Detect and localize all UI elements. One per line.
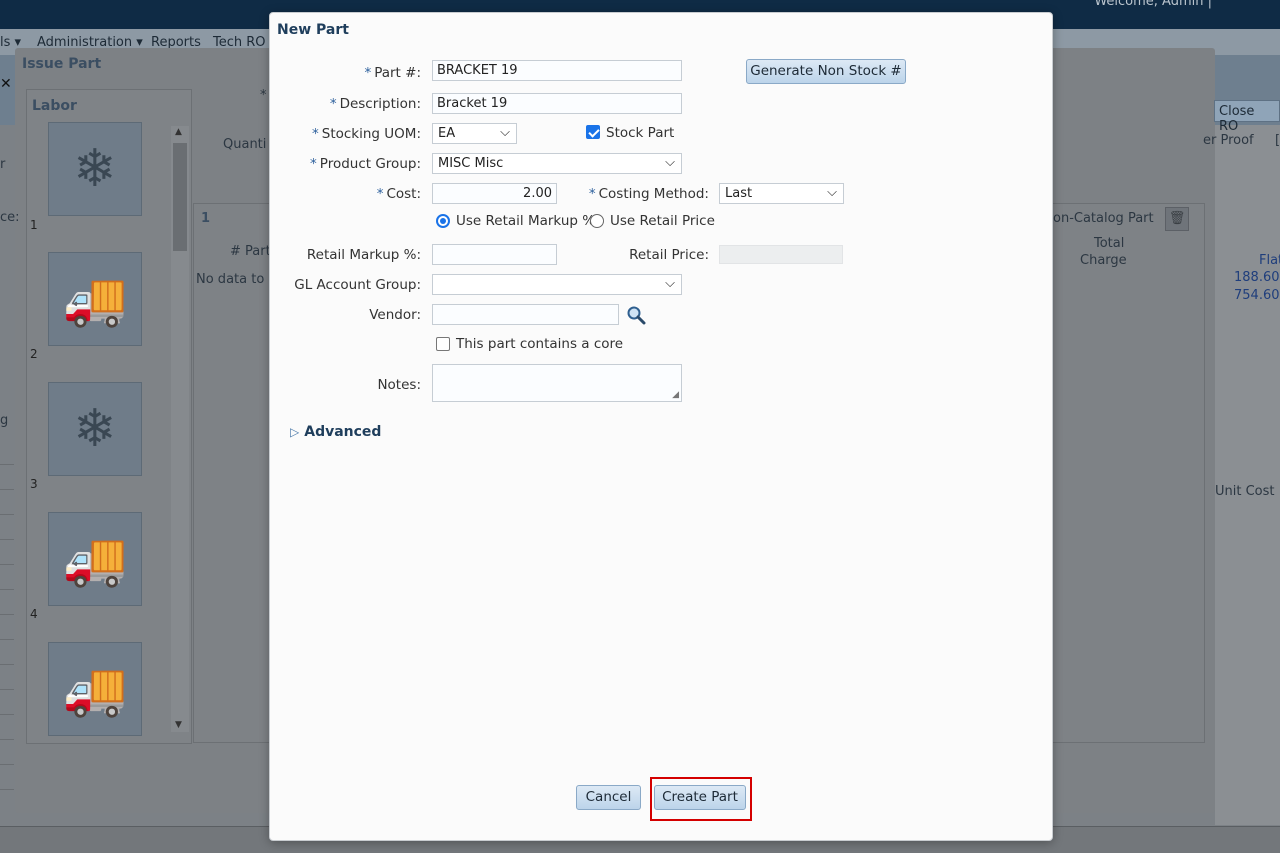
stocking-uom-select[interactable]: EA ⌵ — [432, 123, 517, 144]
labor-tile-number: 1 — [30, 218, 38, 232]
service-truck-icon: 🚚 — [62, 529, 128, 590]
use-retail-price-radio[interactable] — [590, 214, 604, 228]
service-truck-icon: 🚚 — [62, 659, 128, 720]
labor-tile-number: 4 — [30, 607, 38, 621]
cancel-button[interactable]: Cancel — [576, 785, 641, 810]
costing-method-select[interactable]: Last ⌵ — [719, 183, 844, 204]
bg-flat-label: Flat — [1259, 253, 1280, 268]
labor-tile-3[interactable]: ❄ — [48, 382, 142, 476]
retail-price-label: Retail Price: — [629, 247, 709, 263]
background-right-panel — [1215, 125, 1280, 825]
retail-markup-input[interactable] — [432, 244, 557, 265]
labor-tile-4[interactable]: 🚚 — [48, 512, 142, 606]
product-group-select[interactable]: MISC Misc ⌵ — [432, 153, 682, 174]
labor-title: Labor — [32, 98, 77, 114]
create-part-highlight — [650, 777, 752, 821]
search-icon[interactable] — [626, 305, 646, 325]
bg-col-hash: # — [230, 244, 241, 259]
bg-non-catalog-part[interactable]: on-Catalog Part — [1053, 211, 1154, 226]
use-retail-price-label: Use Retail Price — [610, 213, 715, 229]
advanced-label: Advanced — [304, 424, 382, 440]
bg-left-r: r — [0, 157, 6, 172]
scroll-up-icon[interactable]: ▲ — [175, 127, 182, 137]
labor-tile-number: 2 — [30, 347, 38, 361]
bg-left-ce: ce: — [0, 210, 20, 225]
bg-quantity-label: Quanti — [223, 137, 267, 152]
part-number-label: * Part #: — [364, 65, 421, 81]
use-retail-markup-label: Use Retail Markup % — [456, 213, 596, 229]
part-number-input[interactable] — [432, 60, 682, 81]
issue-part-title: Issue Part — [22, 56, 102, 72]
labor-tile-number: 3 — [30, 477, 38, 491]
cost-label: * Cost: — [376, 186, 421, 202]
gl-account-group-label: GL Account Group: — [294, 277, 421, 293]
resize-grip-icon[interactable]: ◢ — [672, 390, 679, 400]
contains-core-label: This part contains a core — [456, 336, 624, 352]
bg-value-1: 188.60 — [1234, 270, 1280, 285]
product-group-label: * Product Group: — [310, 156, 421, 172]
chevron-down-icon: ⌵ — [665, 276, 675, 291]
vendor-input[interactable] — [432, 304, 619, 325]
hvac-icon: ❄ — [73, 139, 117, 199]
notes-textarea[interactable]: ◢ — [432, 364, 682, 402]
close-icon[interactable]: ✕ — [0, 76, 12, 92]
scroll-down-icon[interactable]: ▼ — [175, 720, 182, 730]
service-truck-icon: 🚚 — [62, 269, 128, 330]
hvac-icon: ❄ — [73, 399, 117, 459]
bg-unit-cost-header: Unit Cost — [1215, 484, 1275, 499]
stocking-uom-value: EA — [438, 126, 456, 141]
chevron-down-icon: ⌵ — [665, 155, 675, 170]
costing-method-label: * Costing Method: — [588, 186, 709, 202]
bg-total-label: Total — [1094, 236, 1125, 251]
generate-non-stock-button[interactable]: Generate Non Stock # — [746, 59, 906, 84]
product-group-value: MISC Misc — [438, 156, 504, 171]
labor-tile-1[interactable]: ❄ — [48, 122, 142, 216]
labor-scroll-thumb[interactable] — [173, 143, 187, 251]
bg-col-part: Part — [245, 244, 271, 259]
labor-tile-5[interactable]: 🚚 — [48, 642, 142, 736]
bg-charge-label: Charge — [1080, 253, 1127, 268]
stocking-uom-label: * Stocking UOM: — [312, 126, 421, 142]
bg-proof-label: er Proof — [1203, 133, 1254, 148]
bg-left-g: g — [0, 413, 9, 428]
contains-core-checkbox[interactable] — [436, 337, 450, 351]
dialog-title: New Part — [277, 22, 349, 38]
retail-price-field — [719, 245, 843, 264]
stock-part-checkbox[interactable] — [586, 125, 600, 139]
retail-markup-label: Retail Markup %: — [306, 247, 421, 263]
vendor-label: Vendor: — [369, 307, 421, 323]
bg-no-data: No data to d — [196, 272, 277, 287]
bg-row-number: 1 — [201, 211, 211, 226]
chevron-down-icon: ⌵ — [827, 185, 837, 200]
labor-tile-2[interactable]: 🚚 — [48, 252, 142, 346]
close-ro-button[interactable]: Close RO — [1214, 100, 1280, 134]
bg-left-rows — [0, 440, 14, 820]
new-part-dialog: New Part *Part #: Generate Non Stock # *… — [269, 12, 1053, 841]
bg-required-marker: * — [260, 88, 267, 103]
advanced-toggle[interactable]: ▷ Advanced — [290, 424, 381, 440]
chevron-down-icon: ⌵ — [500, 125, 510, 140]
expand-triangle-icon: ▷ — [290, 425, 300, 439]
notes-label: Notes: — [377, 377, 421, 393]
description-label: * Description: — [329, 96, 421, 112]
bg-bracket: [ — [1275, 133, 1280, 148]
costing-method-value: Last — [725, 186, 753, 201]
bg-value-2: 754.60 — [1234, 288, 1280, 303]
gl-account-group-select[interactable]: ⌵ — [432, 274, 682, 295]
use-retail-markup-radio[interactable] — [436, 214, 450, 228]
trash-icon[interactable]: 🗑 — [1165, 207, 1189, 231]
cost-input[interactable] — [432, 183, 557, 204]
stock-part-label: Stock Part — [606, 125, 675, 141]
description-input[interactable] — [432, 93, 682, 114]
welcome-text: Welcome, Admin | — [1094, 0, 1212, 9]
